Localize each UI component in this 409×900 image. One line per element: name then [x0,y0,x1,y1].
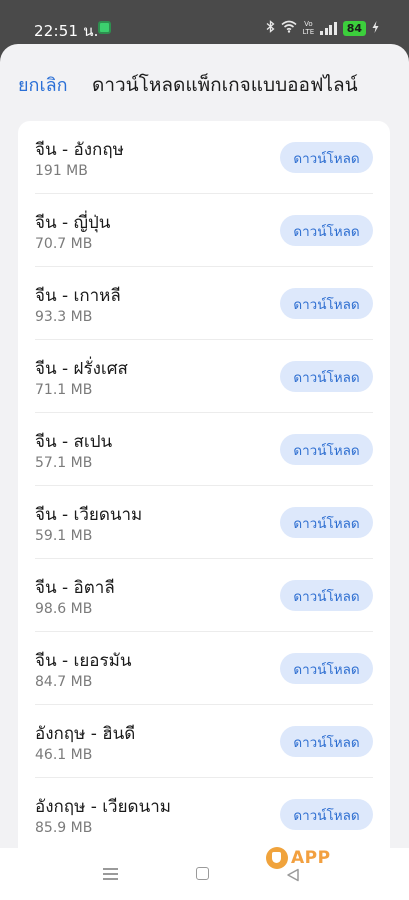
download-button[interactable]: ดาวน์โหลด [280,507,373,538]
package-size: 46.1 MB [35,747,93,763]
status-icons: Vo LTE 84 [266,18,379,38]
download-button[interactable]: ดาวน์โหลด [280,288,373,319]
package-title: จีน - ญี่ปุ่น [35,213,111,233]
package-title: จีน - สเปน [35,432,113,452]
watermark-logo: APP [266,846,331,870]
list-item: จีน - เกาหลี 93.3 MB ดาวน์โหลด [18,267,390,340]
wifi-icon [281,20,297,36]
bluetooth-icon [266,20,275,36]
watermark-icon [266,847,288,869]
package-size: 70.7 MB [35,236,93,252]
download-button[interactable]: ดาวน์โหลด [280,215,373,246]
offline-package-sheet: ยกเลิก ดาวน์โหลดแพ็กเกจแบบออฟไลน์ จีน - … [0,44,409,900]
home-icon[interactable] [196,867,209,880]
list-item: อังกฤษ - ฮินดี 46.1 MB ดาวน์โหลด [18,705,390,778]
list-item: อังกฤษ - เวียดนาม 85.9 MB ดาวน์โหลด [18,778,390,851]
cancel-button[interactable]: ยกเลิก [18,70,68,99]
volte-top-label: Vo [304,20,313,28]
download-button[interactable]: ดาวน์โหลด [280,580,373,611]
list-item: จีน - สเปน 57.1 MB ดาวน์โหลด [18,413,390,486]
package-list: จีน - อังกฤษ 191 MB ดาวน์โหลด จีน - ญี่ป… [18,121,390,861]
page-title: ดาวน์โหลดแพ็กเกจแบบออฟไลน์ [92,74,358,96]
status-time: 22:51 น. [34,22,99,40]
package-size: 191 MB [35,163,88,179]
download-button[interactable]: ดาวน์โหลด [280,361,373,392]
package-title: จีน - เวียดนาม [35,505,143,525]
list-item: จีน - อิตาลี 98.6 MB ดาวน์โหลด [18,559,390,632]
list-item: จีน - เยอรมัน 84.7 MB ดาวน์โหลด [18,632,390,705]
download-button[interactable]: ดาวน์โหลด [280,142,373,173]
package-size: 59.1 MB [35,528,93,544]
battery-icon: 84 [342,20,366,36]
menu-icon[interactable] [103,868,118,880]
package-title: อังกฤษ - ฮินดี [35,724,136,744]
package-title: อังกฤษ - เวียดนาม [35,797,171,817]
download-button[interactable]: ดาวน์โหลด [280,799,373,830]
list-item: จีน - ฝรั่งเศส 71.1 MB ดาวน์โหลด [18,340,390,413]
download-button[interactable]: ดาวน์โหลด [280,653,373,684]
package-title: จีน - อังกฤษ [35,140,124,160]
volte-bottom-label: LTE [302,28,315,36]
package-size: 85.9 MB [35,820,93,836]
watermark-text: APP [291,848,331,868]
sheet-header: ยกเลิก ดาวน์โหลดแพ็กเกจแบบออฟไลน์ [0,44,409,122]
download-button[interactable]: ดาวน์โหลด [280,726,373,757]
status-bar: 22:51 น. Vo LTE 84 [0,0,409,44]
list-item: จีน - ญี่ปุ่น 70.7 MB ดาวน์โหลด [18,194,390,267]
package-title: จีน - ฝรั่งเศส [35,359,128,379]
volte-icon: Vo LTE [303,20,315,36]
app-notification-icon [98,21,111,34]
package-size: 98.6 MB [35,601,93,617]
list-item: จีน - เวียดนาม 59.1 MB ดาวน์โหลด [18,486,390,559]
system-nav-bar [0,848,409,900]
signal-icon [320,21,337,35]
package-size: 71.1 MB [35,382,93,398]
charging-icon [372,20,379,36]
download-button[interactable]: ดาวน์โหลด [280,434,373,465]
package-size: 93.3 MB [35,309,93,325]
package-title: จีน - เยอรมัน [35,651,132,671]
package-title: จีน - อิตาลี [35,578,115,598]
package-title: จีน - เกาหลี [35,286,121,306]
package-size: 84.7 MB [35,674,93,690]
list-item: จีน - อังกฤษ 191 MB ดาวน์โหลด [18,121,390,194]
package-size: 57.1 MB [35,455,93,471]
